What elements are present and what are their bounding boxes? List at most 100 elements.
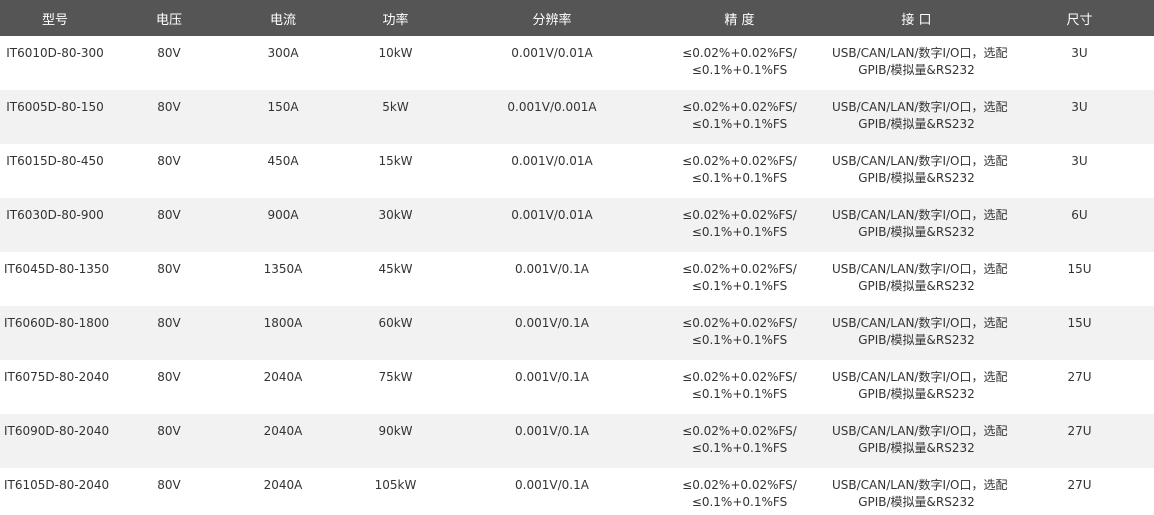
cell-accuracy-line: ≤0.02%+0.02%FS/ xyxy=(682,208,797,222)
cell-voltage: 80V xyxy=(110,414,228,468)
cell-accuracy: ≤0.02%+0.02%FS/ ≤0.1%+0.1%FS xyxy=(651,144,828,198)
cell-accuracy: ≤0.02%+0.02%FS/ ≤0.1%+0.1%FS xyxy=(651,90,828,144)
cell-interface: USB/CAN/LAN/数字I/O口，选配 GPIB/模拟量&RS232 xyxy=(828,144,1008,198)
cell-interface-line: GPIB/模拟量&RS232 xyxy=(858,495,975,509)
table-header: 型号 电压 电流 功率 分辨率 精 度 接 口 尺寸 xyxy=(0,0,1154,36)
cell-size: 3U xyxy=(1005,36,1154,90)
cell-interface-line: GPIB/模拟量&RS232 xyxy=(858,225,975,239)
cell-resolution: 0.001V/0.1A xyxy=(453,252,651,306)
cell-voltage: 80V xyxy=(110,36,228,90)
cell-accuracy-line: ≤0.1%+0.1%FS xyxy=(691,63,788,77)
table-row: IT6030D-80-900 80V 900A 30kW 0.001V/0.01A ≤0.… xyxy=(0,198,1154,252)
cell-accuracy-line: ≤0.02%+0.02%FS/ xyxy=(682,262,797,276)
cell-interface-line: GPIB/模拟量&RS232 xyxy=(858,63,975,77)
cell-resolution: 0.001V/0.01A xyxy=(453,144,651,198)
cell-accuracy: ≤0.02%+0.02%FS/ ≤0.1%+0.1%FS xyxy=(651,360,828,414)
cell-accuracy: ≤0.02%+0.02%FS/ ≤0.1%+0.1%FS xyxy=(651,252,828,306)
cell-accuracy-line: ≤0.1%+0.1%FS xyxy=(691,279,788,293)
cell-accuracy-line: ≤0.1%+0.1%FS xyxy=(691,495,788,509)
cell-interface: USB/CAN/LAN/数字I/O口，选配 GPIB/模拟量&RS232 xyxy=(828,468,1008,515)
header-model: 型号 xyxy=(0,0,110,36)
cell-model: IT6045D-80-1350 xyxy=(0,252,110,306)
table-row: IT6045D-80-1350 80V 1350A 45kW 0.001V/0.1A ≤0… xyxy=(0,252,1154,306)
cell-accuracy-line: ≤0.02%+0.02%FS/ xyxy=(682,478,797,492)
cell-interface-line: GPIB/模拟量&RS232 xyxy=(858,441,975,455)
cell-size: 15U xyxy=(1005,252,1154,306)
cell-size: 15U xyxy=(1005,306,1154,360)
cell-size: 27U xyxy=(1005,360,1154,414)
cell-power: 5kW xyxy=(338,90,453,144)
cell-current: 2040A xyxy=(228,360,338,414)
cell-power: 105kW xyxy=(338,468,453,515)
table-body: IT6010D-80-300 80V 300A 10kW 0.001V/0.01A ≤0.… xyxy=(0,36,1154,515)
cell-current: 150A xyxy=(228,90,338,144)
cell-accuracy-line: ≤0.02%+0.02%FS/ xyxy=(682,316,797,330)
cell-model: IT6105D-80-2040 xyxy=(0,468,110,515)
cell-interface-line: USB/CAN/LAN/数字I/O口，选配 xyxy=(832,424,1008,438)
cell-interface: USB/CAN/LAN/数字I/O口，选配 GPIB/模拟量&RS232 xyxy=(828,360,1008,414)
header-voltage: 电压 xyxy=(110,0,228,36)
cell-power: 60kW xyxy=(338,306,453,360)
cell-model: IT6075D-80-2040 xyxy=(0,360,110,414)
cell-resolution: 0.001V/0.1A xyxy=(453,360,651,414)
cell-accuracy-line: ≤0.1%+0.1%FS xyxy=(691,387,788,401)
cell-voltage: 80V xyxy=(110,360,228,414)
cell-interface: USB/CAN/LAN/数字I/O口，选配 GPIB/模拟量&RS232 xyxy=(828,414,1008,468)
cell-power: 75kW xyxy=(338,360,453,414)
cell-current: 1800A xyxy=(228,306,338,360)
cell-interface-line: USB/CAN/LAN/数字I/O口，选配 xyxy=(832,478,1008,492)
cell-size: 3U xyxy=(1005,144,1154,198)
cell-interface-line: GPIB/模拟量&RS232 xyxy=(858,279,975,293)
header-power: 功率 xyxy=(338,0,453,36)
table-row: IT6015D-80-450 80V 450A 15kW 0.001V/0.01A ≤0.… xyxy=(0,144,1154,198)
cell-resolution: 0.001V/0.001A xyxy=(453,90,651,144)
cell-current: 300A xyxy=(228,36,338,90)
cell-accuracy: ≤0.02%+0.02%FS/ ≤0.1%+0.1%FS xyxy=(651,468,828,515)
cell-interface-line: GPIB/模拟量&RS232 xyxy=(858,171,975,185)
cell-current: 2040A xyxy=(228,414,338,468)
cell-resolution: 0.001V/0.01A xyxy=(453,36,651,90)
cell-size: 6U xyxy=(1005,198,1154,252)
table-row: IT6010D-80-300 80V 300A 10kW 0.001V/0.01A ≤0.… xyxy=(0,36,1154,90)
header-current: 电流 xyxy=(228,0,338,36)
header-accuracy: 精 度 xyxy=(651,0,828,36)
cell-model: IT6060D-80-1800 xyxy=(0,306,110,360)
cell-voltage: 80V xyxy=(110,252,228,306)
cell-voltage: 80V xyxy=(110,468,228,515)
cell-accuracy: ≤0.02%+0.02%FS/ ≤0.1%+0.1%FS xyxy=(651,36,828,90)
cell-voltage: 80V xyxy=(110,90,228,144)
cell-resolution: 0.001V/0.1A xyxy=(453,468,651,515)
cell-accuracy-line: ≤0.02%+0.02%FS/ xyxy=(682,46,797,60)
cell-resolution: 0.001V/0.1A xyxy=(453,306,651,360)
cell-interface: USB/CAN/LAN/数字I/O口，选配 GPIB/模拟量&RS232 xyxy=(828,306,1008,360)
spec-table: 型号 电压 电流 功率 分辨率 精 度 接 口 尺寸 IT6010D-80-30… xyxy=(0,0,1154,515)
cell-voltage: 80V xyxy=(110,198,228,252)
cell-model: IT6090D-80-2040 xyxy=(0,414,110,468)
table-row: IT6090D-80-2040 80V 2040A 90kW 0.001V/0.1A ≤0… xyxy=(0,414,1154,468)
cell-size: 3U xyxy=(1005,90,1154,144)
cell-power: 90kW xyxy=(338,414,453,468)
cell-interface-line: USB/CAN/LAN/数字I/O口，选配 xyxy=(832,100,1008,114)
cell-accuracy-line: ≤0.02%+0.02%FS/ xyxy=(682,424,797,438)
cell-current: 900A xyxy=(228,198,338,252)
cell-interface-line: USB/CAN/LAN/数字I/O口，选配 xyxy=(832,154,1008,168)
cell-interface-line: GPIB/模拟量&RS232 xyxy=(858,387,975,401)
header-size: 尺寸 xyxy=(1005,0,1154,36)
cell-model: IT6005D-80-150 xyxy=(0,90,110,144)
cell-power: 45kW xyxy=(338,252,453,306)
cell-accuracy-line: ≤0.1%+0.1%FS xyxy=(691,225,788,239)
cell-power: 10kW xyxy=(338,36,453,90)
cell-accuracy-line: ≤0.02%+0.02%FS/ xyxy=(682,100,797,114)
cell-voltage: 80V xyxy=(110,306,228,360)
cell-resolution: 0.001V/0.01A xyxy=(453,198,651,252)
cell-accuracy-line: ≤0.1%+0.1%FS xyxy=(691,171,788,185)
cell-interface: USB/CAN/LAN/数字I/O口，选配 GPIB/模拟量&RS232 xyxy=(828,252,1008,306)
cell-accuracy: ≤0.02%+0.02%FS/ ≤0.1%+0.1%FS xyxy=(651,414,828,468)
cell-interface: USB/CAN/LAN/数字I/O口，选配 GPIB/模拟量&RS232 xyxy=(828,198,1008,252)
cell-interface: USB/CAN/LAN/数字I/O口，选配 GPIB/模拟量&RS232 xyxy=(828,36,1008,90)
cell-accuracy: ≤0.02%+0.02%FS/ ≤0.1%+0.1%FS xyxy=(651,198,828,252)
table-row: IT6075D-80-2040 80V 2040A 75kW 0.001V/0.1A ≤0… xyxy=(0,360,1154,414)
cell-accuracy-line: ≤0.1%+0.1%FS xyxy=(691,333,788,347)
cell-model: IT6030D-80-900 xyxy=(0,198,110,252)
cell-accuracy-line: ≤0.02%+0.02%FS/ xyxy=(682,154,797,168)
